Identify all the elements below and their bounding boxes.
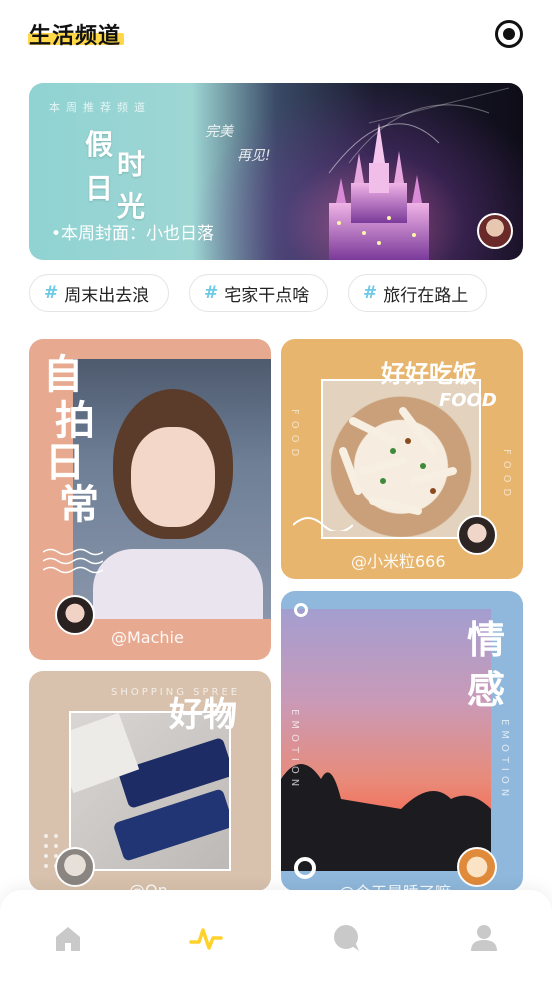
card-title-char: 常 (59, 481, 99, 528)
banner-script-text: 完美 (205, 124, 233, 140)
fireworks-decoration (328, 87, 510, 174)
tag-label: 宅家干点啥 (224, 285, 310, 306)
banner-headline-char: 时 (117, 148, 146, 181)
tag-travel[interactable]: # 旅行在路上 (348, 274, 487, 312)
wave-decoration (43, 548, 103, 574)
hash-icon: # (204, 283, 219, 303)
circle-decoration (294, 603, 308, 617)
banner-headline-char: 日 (85, 172, 114, 205)
user-avatar[interactable] (55, 595, 95, 635)
user-avatar[interactable] (55, 847, 95, 887)
profile-icon[interactable] (466, 920, 502, 956)
bottom-navigation (0, 890, 552, 983)
card-title: 好物 (169, 695, 237, 735)
user-avatar[interactable] (457, 847, 497, 887)
chat-icon[interactable] (328, 920, 364, 956)
user-handle[interactable]: @小米粒666 (351, 548, 446, 572)
card-title-char: 拍 (55, 397, 95, 444)
banner-headline-char: 假 (85, 128, 114, 161)
shirt-shape (93, 549, 263, 619)
sunset-photo (281, 609, 491, 871)
selfie-photo (73, 359, 271, 619)
trees-silhouette (281, 764, 491, 871)
side-text-left: EMOTION (289, 709, 300, 792)
tag-label: 旅行在路上 (383, 285, 469, 306)
card-title-char: 日 (45, 439, 85, 486)
header: 生活频道 (0, 0, 552, 70)
tag-weekend[interactable]: # 周末出去浪 (29, 274, 169, 312)
card-title-char: 情 (467, 617, 506, 662)
banner-label: 本周推荐频道 (49, 101, 151, 114)
user-avatar[interactable] (457, 515, 497, 555)
squiggle-decoration (293, 517, 353, 531)
card-title-char: 感 (467, 667, 506, 712)
side-text-right: FOOD (501, 449, 512, 503)
side-text-right: EMOTION (499, 719, 510, 802)
card-selfie[interactable]: 自 拍 日 常 @Machie (29, 339, 271, 660)
tag-label: 周末出去浪 (64, 285, 150, 306)
hash-icon: # (363, 283, 378, 303)
card-emotion[interactable]: 情 感 EMOTION EMOTION @今天是睡了嘛 (281, 591, 523, 891)
home-icon[interactable] (50, 920, 86, 956)
banner-script-text: 再见! (237, 148, 271, 164)
card-food[interactable]: 好好吃饭 FOOD FOOD FOOD @小米粒666 (281, 339, 523, 579)
hash-icon: # (44, 283, 59, 303)
card-title-char: 自 (43, 351, 83, 398)
tag-home[interactable]: # 宅家干点啥 (189, 274, 328, 312)
pulse-icon[interactable] (188, 920, 224, 956)
circle-decoration (294, 857, 316, 879)
card-subtitle: FOOD (439, 390, 497, 411)
record-icon[interactable] (495, 20, 523, 48)
page-title: 生活频道 (29, 24, 122, 49)
card-title: 好好吃饭 (381, 359, 477, 388)
card-goods[interactable]: SHOPPING SPREE 好物 @Qn (29, 671, 271, 891)
featured-channel-banner[interactable]: 本周推荐频道 假 时 日 光 完美 再见! •本周封面：小也日落 (29, 83, 523, 260)
product-photo (69, 711, 231, 871)
banner-cover-text: •本周封面：小也日落 (51, 224, 215, 244)
user-handle[interactable]: @Machie (111, 628, 184, 647)
side-text-left: FOOD (289, 409, 300, 463)
banner-avatar[interactable] (477, 213, 513, 249)
face-shape (131, 427, 215, 527)
